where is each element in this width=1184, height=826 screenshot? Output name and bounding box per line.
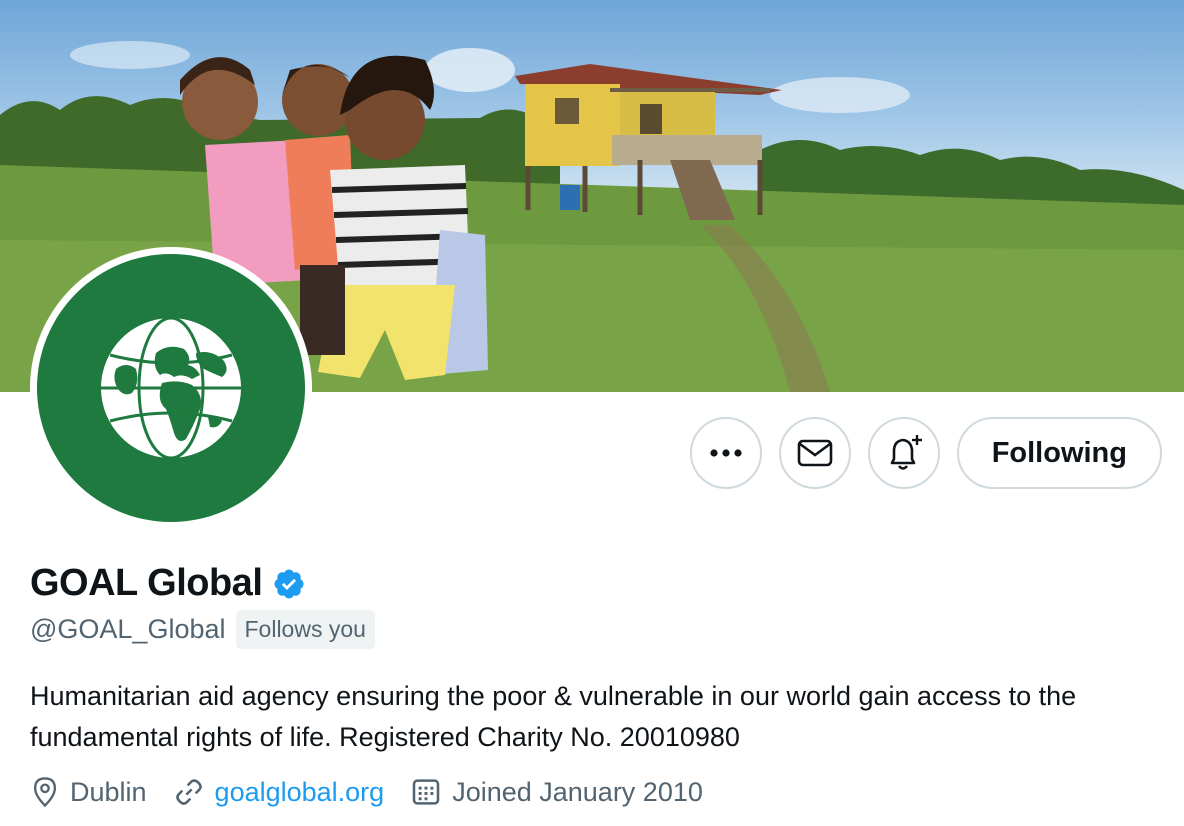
- website-link[interactable]: goalglobal.org: [215, 777, 385, 808]
- profile-page: Following GOAL Global @GOAL_Global Follo…: [0, 0, 1184, 826]
- follows-you-badge: Follows you: [235, 610, 375, 649]
- avatar-logo-background: [37, 254, 305, 522]
- notifications-button[interactable]: [867, 417, 940, 489]
- profile-handle-row: @GOAL_Global Follows you: [30, 610, 375, 649]
- globe-icon: [101, 316, 241, 460]
- display-name: GOAL Global: [30, 562, 263, 604]
- profile-avatar[interactable]: [30, 247, 312, 529]
- link-icon: [175, 779, 202, 805]
- profile-bio: Humanitarian aid agency ensuring the poo…: [30, 681, 1077, 752]
- joined-item: Joined January 2010: [410, 776, 703, 808]
- verified-badge-icon[interactable]: [272, 567, 306, 601]
- location-text: Dublin: [70, 776, 147, 807]
- profile-name-row: GOAL Global: [30, 562, 306, 605]
- user-handle: @GOAL_Global: [30, 614, 226, 644]
- profile-actions: Following: [689, 417, 1162, 489]
- website-item: goalglobal.org: [173, 776, 385, 808]
- map-pin-icon: [33, 777, 57, 808]
- envelope-icon: [797, 439, 832, 467]
- calendar-icon: [412, 779, 440, 805]
- message-button[interactable]: [778, 417, 851, 489]
- more-dots-icon: [710, 449, 742, 457]
- profile-meta-row: Dublin goalglobal.org Joined January 201…: [30, 776, 729, 808]
- more-button[interactable]: [689, 417, 762, 489]
- joined-text: Joined January 2010: [452, 776, 703, 807]
- location-item: Dublin: [30, 776, 147, 808]
- bell-plus-icon: [890, 435, 922, 470]
- following-button[interactable]: Following: [956, 417, 1162, 489]
